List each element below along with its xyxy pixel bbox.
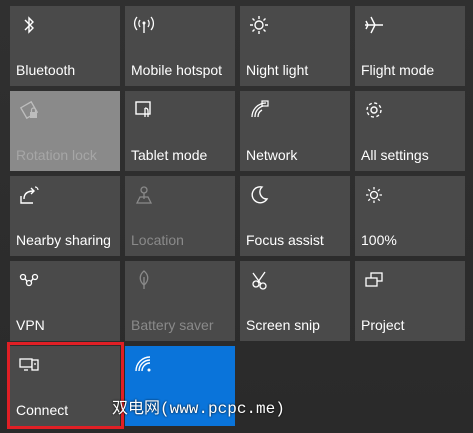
watermark-text: 双电网(www.pcpc.me): [112, 400, 285, 418]
tile-label: Tablet mode: [131, 147, 208, 163]
tile-label: 100%: [361, 232, 397, 248]
tile-location[interactable]: Location: [125, 176, 235, 256]
tile-tablet-mode[interactable]: Tablet mode: [125, 91, 235, 171]
project-icon: [363, 269, 385, 291]
tile-nearby-sharing[interactable]: Nearby sharing: [10, 176, 120, 256]
tile-label: Battery saver: [131, 317, 214, 333]
tile-flight-mode[interactable]: Flight mode: [355, 6, 465, 86]
tile-night-light[interactable]: Night light: [240, 6, 350, 86]
tile-label: VPN: [16, 317, 45, 333]
tile-label: Screen snip: [246, 317, 320, 333]
tile-network[interactable]: Network: [240, 91, 350, 171]
screen-snip-icon: [248, 269, 270, 291]
tile-focus-assist[interactable]: Focus assist: [240, 176, 350, 256]
tile-label: Rotation lock: [16, 147, 97, 163]
tile-label: Night light: [246, 62, 309, 78]
tile-label: Mobile hotspot: [131, 62, 223, 78]
network-icon: [248, 99, 270, 121]
tile-bluetooth[interactable]: Bluetooth: [10, 6, 120, 86]
tile-label: Flight mode: [361, 62, 435, 78]
leaf-icon: [133, 269, 155, 291]
tile-project[interactable]: Project: [355, 261, 465, 341]
tile-brightness[interactable]: 100%: [355, 176, 465, 256]
tile-label: Project: [361, 317, 405, 333]
share-icon: [18, 184, 40, 206]
sun-icon: [248, 14, 270, 36]
quick-actions-panel: Bluetooth Mobile hotspot Night light Fli…: [0, 0, 473, 433]
tile-label: Bluetooth: [16, 62, 76, 78]
location-icon: [133, 184, 155, 206]
rotation-lock-icon: [18, 99, 40, 121]
tile-all-settings[interactable]: All settings: [355, 91, 465, 171]
vpn-icon: [18, 269, 40, 291]
tile-screen-snip[interactable]: Screen snip: [240, 261, 350, 341]
bluetooth-icon: [18, 14, 40, 36]
tile-vpn[interactable]: VPN: [10, 261, 120, 341]
tile-label: Nearby sharing: [16, 232, 111, 248]
brightness-icon: [363, 184, 385, 206]
airplane-icon: [363, 14, 385, 36]
tile-connect[interactable]: Connect: [10, 346, 120, 426]
tile-label: Connect: [16, 402, 69, 418]
tile-label: Location: [131, 232, 184, 248]
gear-icon: [363, 99, 385, 121]
tile-rotation-lock[interactable]: Rotation lock: [10, 91, 120, 171]
connect-icon: [18, 354, 40, 376]
tile-mobile-hotspot[interactable]: Mobile hotspot: [125, 6, 235, 86]
wifi-icon: [133, 354, 155, 376]
tile-label: Network: [246, 147, 298, 163]
hotspot-icon: [133, 14, 155, 36]
tile-label: All settings: [361, 147, 429, 163]
tablet-icon: [133, 99, 155, 121]
tile-label: Focus assist: [246, 232, 324, 248]
tile-battery-saver[interactable]: Battery saver: [125, 261, 235, 341]
moon-icon: [248, 184, 270, 206]
